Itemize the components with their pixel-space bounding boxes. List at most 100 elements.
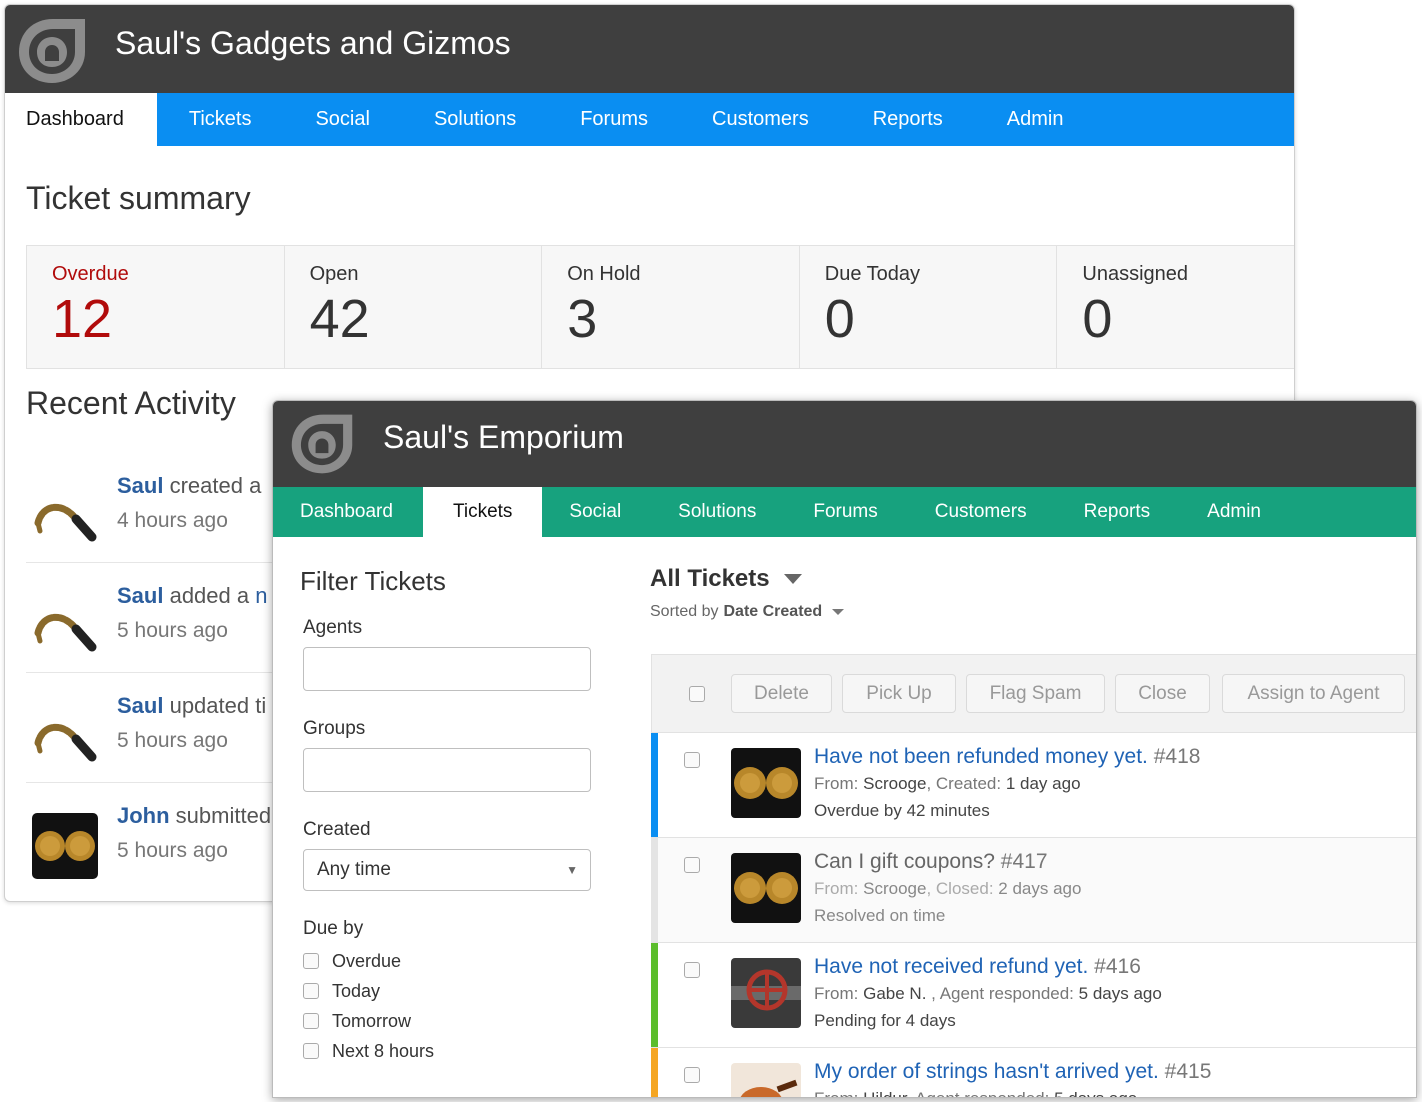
from-label: From: <box>814 774 859 793</box>
ticket-title[interactable]: Have not received refund yet. <box>814 955 1088 978</box>
tab-solutions[interactable]: Solutions <box>402 93 548 146</box>
chevron-down-icon <box>783 574 802 584</box>
stat-value: 12 <box>52 289 113 349</box>
ticket-subject[interactable]: Can I gift coupons? #417 <box>814 850 1048 874</box>
tab-dashboard[interactable]: Dashboard <box>273 487 423 537</box>
tab-admin[interactable]: Admin <box>975 93 1096 146</box>
tab-reports[interactable]: Reports <box>841 93 975 146</box>
from-label: From: <box>814 984 859 1003</box>
tab-customers[interactable]: Customers <box>680 93 841 146</box>
option-label: Next 8 hours <box>332 1040 435 1061</box>
tab-forums[interactable]: Forums <box>786 487 907 537</box>
activity-text: Saul created a <box>117 473 261 499</box>
recent-activity-heading: Recent Activity <box>26 385 236 421</box>
assign-to-agent-button[interactable]: Assign to Agent <box>1222 674 1405 713</box>
coins-icon <box>32 813 98 879</box>
ticket-row[interactable]: Have not been refunded money yet. #418 F… <box>651 733 1416 838</box>
view-selector[interactable]: All Tickets <box>650 565 844 593</box>
tab-tickets[interactable]: Tickets <box>157 93 284 146</box>
due-option-tomorrow[interactable]: Tomorrow <box>303 1006 600 1036</box>
tab-social[interactable]: Social <box>542 487 651 537</box>
due-option-overdue[interactable]: Overdue <box>303 946 600 976</box>
tab-admin[interactable]: Admin <box>1180 487 1291 537</box>
activity-item[interactable]: Saul created a 4 hours ago <box>26 453 286 563</box>
activity-user[interactable]: Saul <box>117 473 163 498</box>
activity-item[interactable]: Saul updated ti 5 hours ago <box>26 673 286 783</box>
stat-unassigned[interactable]: Unassigned 0 <box>1057 246 1294 368</box>
stat-label: Overdue <box>52 263 129 285</box>
activity-user[interactable]: Saul <box>117 583 163 608</box>
ticket-meta: From: Gabe N. , Agent responded: 5 days … <box>814 984 1162 1003</box>
activity-action: created a <box>163 473 262 498</box>
activity-time: 5 hours ago <box>117 839 228 862</box>
delete-button[interactable]: Delete <box>731 674 832 713</box>
activity-item[interactable]: Saul added a n 5 hours ago <box>26 563 286 673</box>
ticket-meta: From: Hildur, Agent responded: 5 days ag… <box>814 1089 1137 1097</box>
coins-icon <box>731 853 801 923</box>
ticket-title[interactable]: Can I gift coupons? <box>814 850 995 873</box>
ticket-row[interactable]: My order of strings hasn't arrived yet. … <box>651 1048 1416 1097</box>
stat-open[interactable]: Open 42 <box>285 246 543 368</box>
tab-tickets[interactable]: Tickets <box>422 487 543 537</box>
date-label: Created: <box>935 774 1002 793</box>
tab-forums[interactable]: Forums <box>548 93 680 146</box>
title-bar: Saul's Gadgets and Gizmos <box>5 5 1294 93</box>
priority-stripe <box>651 838 658 942</box>
ticket-row[interactable]: Can I gift coupons? #417 From: Scrooge, … <box>651 838 1416 943</box>
agents-label: Agents <box>303 617 363 638</box>
checkbox[interactable] <box>303 1043 319 1059</box>
tab-dashboard[interactable]: Dashboard <box>5 93 157 146</box>
whip-icon <box>34 614 97 652</box>
app-title: Saul's Gadgets and Gizmos <box>115 25 511 61</box>
ticket-title[interactable]: Have not been refunded money yet. <box>814 745 1148 768</box>
activity-user[interactable]: John <box>117 803 170 828</box>
activity-text: Saul updated ti <box>117 693 266 719</box>
tab-customers[interactable]: Customers <box>908 487 1057 537</box>
activity-action: submitted <box>169 803 272 828</box>
ticket-subject[interactable]: My order of strings hasn't arrived yet. … <box>814 1060 1211 1084</box>
filter-panel: Filter Tickets Agents Groups Created Any… <box>300 566 600 1066</box>
stat-on-hold[interactable]: On Hold 3 <box>542 246 800 368</box>
from-label: From: <box>814 1089 858 1097</box>
ticket-checkbox[interactable] <box>684 1067 700 1083</box>
ticket-row[interactable]: Have not received refund yet. #416 From:… <box>651 943 1416 1048</box>
due-option-today[interactable]: Today <box>303 976 600 1006</box>
groups-input[interactable] <box>303 748 591 792</box>
flag-spam-button[interactable]: Flag Spam <box>966 674 1105 713</box>
ticket-number: #418 <box>1153 745 1201 768</box>
checkbox[interactable] <box>303 953 319 969</box>
agents-input[interactable] <box>303 647 591 691</box>
checkbox[interactable] <box>303 983 319 999</box>
created-select[interactable]: Any time ▼ <box>303 849 591 891</box>
ticket-checkbox[interactable] <box>684 857 700 873</box>
sort-selector[interactable]: Sorted by Date Created <box>650 603 845 621</box>
ticket-checkbox[interactable] <box>684 752 700 768</box>
ticket-checkbox[interactable] <box>684 962 700 978</box>
activity-user[interactable]: Saul <box>117 693 163 718</box>
ticket-subject[interactable]: Have not received refund yet. #416 <box>814 955 1141 979</box>
tab-solutions[interactable]: Solutions <box>651 487 786 537</box>
title-bar: Saul's Emporium <box>273 401 1416 487</box>
from-label: From: <box>814 879 859 898</box>
checkbox[interactable] <box>303 1013 319 1029</box>
pick-up-button[interactable]: Pick Up <box>842 674 956 713</box>
tab-reports[interactable]: Reports <box>1057 487 1181 537</box>
ticket-subject[interactable]: Have not been refunded money yet. #418 <box>814 745 1200 769</box>
close-button[interactable]: Close <box>1115 674 1210 713</box>
activity-text: Saul added a n <box>117 583 267 609</box>
ticket-meta: From: Scrooge, Created: 1 day ago <box>814 774 1081 793</box>
date-value: 1 day ago <box>1005 774 1081 793</box>
ticket-list: Delete Pick Up Flag Spam Close Assign to… <box>651 654 1416 1097</box>
priority-stripe <box>651 733 658 837</box>
due-option-next-8-hours[interactable]: Next 8 hours <box>303 1036 600 1066</box>
tab-social[interactable]: Social <box>283 93 401 146</box>
ticket-title[interactable]: My order of strings hasn't arrived yet. <box>814 1060 1159 1083</box>
activity-link[interactable]: n <box>255 583 267 608</box>
select-all-checkbox[interactable] <box>689 686 705 702</box>
sort-field: Date Created <box>723 603 823 620</box>
app-logo-icon <box>291 414 353 474</box>
whip-icon <box>34 504 97 542</box>
stat-overdue[interactable]: Overdue 12 <box>27 246 285 368</box>
stat-due-today[interactable]: Due Today 0 <box>800 246 1058 368</box>
activity-item[interactable]: John submitted 5 hours ago <box>26 783 286 893</box>
